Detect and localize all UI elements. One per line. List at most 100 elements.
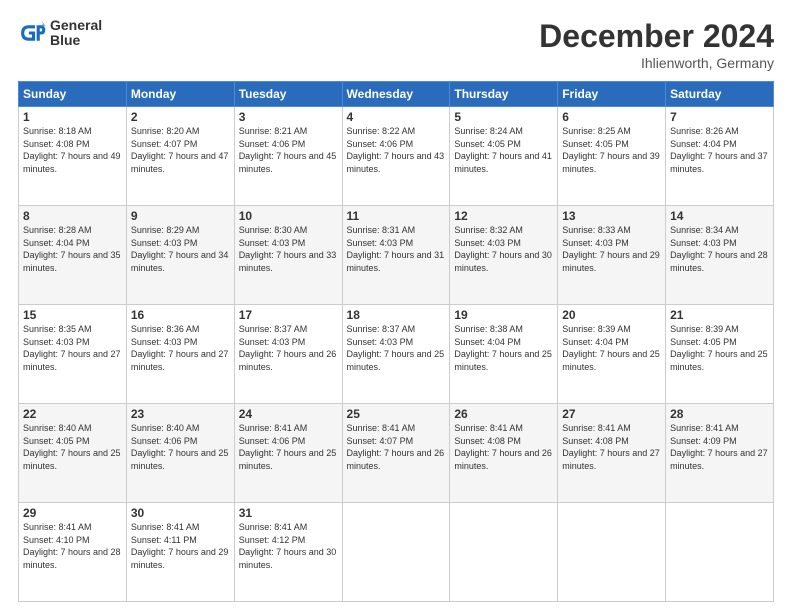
day-info: Sunrise: 8:37 AMSunset: 4:03 PMDaylight:… xyxy=(239,323,338,373)
logo-line2: Blue xyxy=(50,33,102,48)
col-header-thursday: Thursday xyxy=(450,82,558,107)
header: General Blue December 2024 Ihlienworth, … xyxy=(18,18,774,71)
day-number: 4 xyxy=(347,110,446,124)
day-number: 25 xyxy=(347,407,446,421)
calendar-cell xyxy=(342,503,450,602)
calendar-cell: 1 Sunrise: 8:18 AMSunset: 4:08 PMDayligh… xyxy=(19,107,127,206)
calendar-cell: 29 Sunrise: 8:41 AMSunset: 4:10 PMDaylig… xyxy=(19,503,127,602)
calendar-week-row: 15 Sunrise: 8:35 AMSunset: 4:03 PMDaylig… xyxy=(19,305,774,404)
day-info: Sunrise: 8:33 AMSunset: 4:03 PMDaylight:… xyxy=(562,224,661,274)
day-number: 31 xyxy=(239,506,338,520)
day-number: 26 xyxy=(454,407,553,421)
day-number: 7 xyxy=(670,110,769,124)
day-number: 24 xyxy=(239,407,338,421)
col-header-tuesday: Tuesday xyxy=(234,82,342,107)
day-info: Sunrise: 8:30 AMSunset: 4:03 PMDaylight:… xyxy=(239,224,338,274)
calendar-week-row: 8 Sunrise: 8:28 AMSunset: 4:04 PMDayligh… xyxy=(19,206,774,305)
month-title: December 2024 xyxy=(539,18,774,55)
day-number: 16 xyxy=(131,308,230,322)
calendar-cell: 24 Sunrise: 8:41 AMSunset: 4:06 PMDaylig… xyxy=(234,404,342,503)
calendar-cell xyxy=(450,503,558,602)
calendar-cell: 28 Sunrise: 8:41 AMSunset: 4:09 PMDaylig… xyxy=(666,404,774,503)
calendar-cell: 25 Sunrise: 8:41 AMSunset: 4:07 PMDaylig… xyxy=(342,404,450,503)
day-number: 19 xyxy=(454,308,553,322)
calendar-cell: 31 Sunrise: 8:41 AMSunset: 4:12 PMDaylig… xyxy=(234,503,342,602)
calendar-cell: 10 Sunrise: 8:30 AMSunset: 4:03 PMDaylig… xyxy=(234,206,342,305)
logo-line1: General xyxy=(50,18,102,33)
calendar-cell: 23 Sunrise: 8:40 AMSunset: 4:06 PMDaylig… xyxy=(126,404,234,503)
day-info: Sunrise: 8:39 AMSunset: 4:05 PMDaylight:… xyxy=(670,323,769,373)
calendar-cell xyxy=(666,503,774,602)
day-number: 18 xyxy=(347,308,446,322)
day-info: Sunrise: 8:22 AMSunset: 4:06 PMDaylight:… xyxy=(347,125,446,175)
day-number: 15 xyxy=(23,308,122,322)
day-info: Sunrise: 8:41 AMSunset: 4:10 PMDaylight:… xyxy=(23,521,122,571)
day-info: Sunrise: 8:29 AMSunset: 4:03 PMDaylight:… xyxy=(131,224,230,274)
col-header-sunday: Sunday xyxy=(19,82,127,107)
day-number: 3 xyxy=(239,110,338,124)
calendar-cell: 15 Sunrise: 8:35 AMSunset: 4:03 PMDaylig… xyxy=(19,305,127,404)
logo: General Blue xyxy=(18,18,102,49)
day-info: Sunrise: 8:31 AMSunset: 4:03 PMDaylight:… xyxy=(347,224,446,274)
day-number: 6 xyxy=(562,110,661,124)
day-info: Sunrise: 8:41 AMSunset: 4:08 PMDaylight:… xyxy=(562,422,661,472)
day-number: 10 xyxy=(239,209,338,223)
day-number: 17 xyxy=(239,308,338,322)
day-info: Sunrise: 8:41 AMSunset: 4:07 PMDaylight:… xyxy=(347,422,446,472)
calendar-cell: 2 Sunrise: 8:20 AMSunset: 4:07 PMDayligh… xyxy=(126,107,234,206)
location: Ihlienworth, Germany xyxy=(539,55,774,71)
calendar-cell: 16 Sunrise: 8:36 AMSunset: 4:03 PMDaylig… xyxy=(126,305,234,404)
day-info: Sunrise: 8:41 AMSunset: 4:09 PMDaylight:… xyxy=(670,422,769,472)
day-info: Sunrise: 8:40 AMSunset: 4:06 PMDaylight:… xyxy=(131,422,230,472)
calendar-cell: 5 Sunrise: 8:24 AMSunset: 4:05 PMDayligh… xyxy=(450,107,558,206)
day-info: Sunrise: 8:37 AMSunset: 4:03 PMDaylight:… xyxy=(347,323,446,373)
day-number: 22 xyxy=(23,407,122,421)
day-number: 13 xyxy=(562,209,661,223)
day-number: 12 xyxy=(454,209,553,223)
calendar-cell: 18 Sunrise: 8:37 AMSunset: 4:03 PMDaylig… xyxy=(342,305,450,404)
calendar-cell: 26 Sunrise: 8:41 AMSunset: 4:08 PMDaylig… xyxy=(450,404,558,503)
day-number: 9 xyxy=(131,209,230,223)
calendar-table: SundayMondayTuesdayWednesdayThursdayFrid… xyxy=(18,81,774,602)
calendar-cell: 14 Sunrise: 8:34 AMSunset: 4:03 PMDaylig… xyxy=(666,206,774,305)
day-number: 29 xyxy=(23,506,122,520)
day-info: Sunrise: 8:41 AMSunset: 4:06 PMDaylight:… xyxy=(239,422,338,472)
day-info: Sunrise: 8:18 AMSunset: 4:08 PMDaylight:… xyxy=(23,125,122,175)
calendar-cell: 4 Sunrise: 8:22 AMSunset: 4:06 PMDayligh… xyxy=(342,107,450,206)
title-block: December 2024 Ihlienworth, Germany xyxy=(539,18,774,71)
day-number: 8 xyxy=(23,209,122,223)
calendar-cell: 17 Sunrise: 8:37 AMSunset: 4:03 PMDaylig… xyxy=(234,305,342,404)
col-header-wednesday: Wednesday xyxy=(342,82,450,107)
calendar-cell: 11 Sunrise: 8:31 AMSunset: 4:03 PMDaylig… xyxy=(342,206,450,305)
calendar-cell: 6 Sunrise: 8:25 AMSunset: 4:05 PMDayligh… xyxy=(558,107,666,206)
page: General Blue December 2024 Ihlienworth, … xyxy=(0,0,792,612)
calendar-cell: 8 Sunrise: 8:28 AMSunset: 4:04 PMDayligh… xyxy=(19,206,127,305)
calendar-week-row: 1 Sunrise: 8:18 AMSunset: 4:08 PMDayligh… xyxy=(19,107,774,206)
day-number: 23 xyxy=(131,407,230,421)
day-number: 30 xyxy=(131,506,230,520)
day-info: Sunrise: 8:28 AMSunset: 4:04 PMDaylight:… xyxy=(23,224,122,274)
day-info: Sunrise: 8:34 AMSunset: 4:03 PMDaylight:… xyxy=(670,224,769,274)
calendar-cell: 9 Sunrise: 8:29 AMSunset: 4:03 PMDayligh… xyxy=(126,206,234,305)
day-info: Sunrise: 8:41 AMSunset: 4:11 PMDaylight:… xyxy=(131,521,230,571)
col-header-saturday: Saturday xyxy=(666,82,774,107)
day-info: Sunrise: 8:24 AMSunset: 4:05 PMDaylight:… xyxy=(454,125,553,175)
day-info: Sunrise: 8:21 AMSunset: 4:06 PMDaylight:… xyxy=(239,125,338,175)
day-info: Sunrise: 8:26 AMSunset: 4:04 PMDaylight:… xyxy=(670,125,769,175)
day-info: Sunrise: 8:40 AMSunset: 4:05 PMDaylight:… xyxy=(23,422,122,472)
col-header-monday: Monday xyxy=(126,82,234,107)
calendar-cell: 30 Sunrise: 8:41 AMSunset: 4:11 PMDaylig… xyxy=(126,503,234,602)
day-info: Sunrise: 8:38 AMSunset: 4:04 PMDaylight:… xyxy=(454,323,553,373)
day-info: Sunrise: 8:32 AMSunset: 4:03 PMDaylight:… xyxy=(454,224,553,274)
day-info: Sunrise: 8:39 AMSunset: 4:04 PMDaylight:… xyxy=(562,323,661,373)
day-number: 20 xyxy=(562,308,661,322)
calendar-week-row: 22 Sunrise: 8:40 AMSunset: 4:05 PMDaylig… xyxy=(19,404,774,503)
calendar-cell: 22 Sunrise: 8:40 AMSunset: 4:05 PMDaylig… xyxy=(19,404,127,503)
day-number: 21 xyxy=(670,308,769,322)
col-header-friday: Friday xyxy=(558,82,666,107)
day-info: Sunrise: 8:41 AMSunset: 4:08 PMDaylight:… xyxy=(454,422,553,472)
calendar-cell: 12 Sunrise: 8:32 AMSunset: 4:03 PMDaylig… xyxy=(450,206,558,305)
calendar-cell: 21 Sunrise: 8:39 AMSunset: 4:05 PMDaylig… xyxy=(666,305,774,404)
day-number: 27 xyxy=(562,407,661,421)
calendar-cell: 3 Sunrise: 8:21 AMSunset: 4:06 PMDayligh… xyxy=(234,107,342,206)
